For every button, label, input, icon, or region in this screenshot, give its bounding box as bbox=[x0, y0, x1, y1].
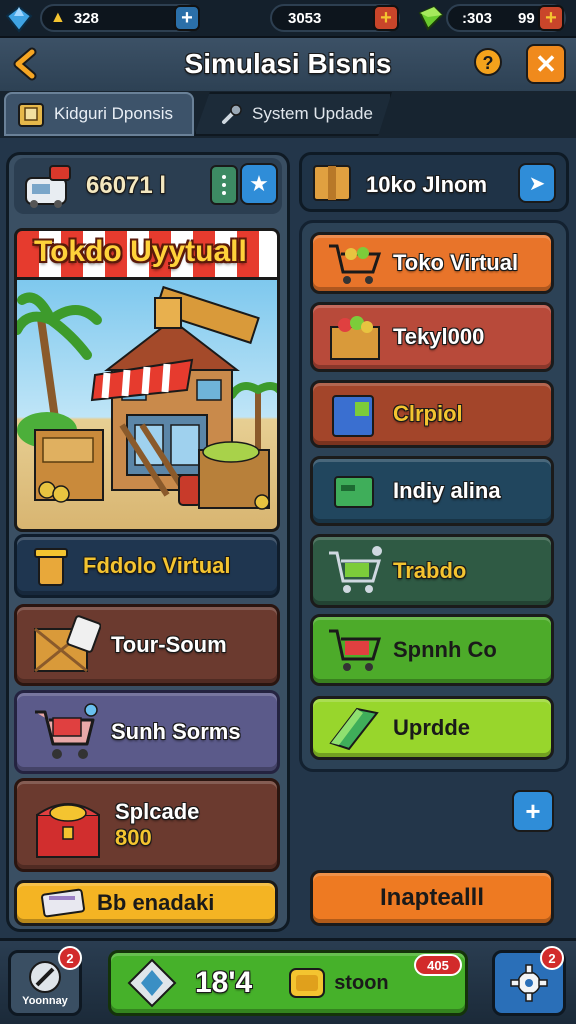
green-gem-icon bbox=[416, 3, 446, 33]
trabdo-button[interactable]: Trabdo bbox=[310, 534, 554, 608]
coin-label: stoon bbox=[334, 971, 389, 994]
spnnh-co-button[interactable]: Spnnh Co bbox=[310, 614, 554, 686]
ticket-icon bbox=[39, 885, 87, 921]
splcade-value: 800 bbox=[115, 825, 152, 850]
bottom-left-label: Bb enadaki bbox=[97, 890, 215, 915]
gear-wrench-icon bbox=[220, 102, 244, 126]
close-button[interactable]: ✕ bbox=[526, 44, 566, 84]
crate-icon bbox=[31, 615, 101, 675]
blue-crate-icon bbox=[327, 388, 383, 440]
gem-icon bbox=[4, 4, 34, 34]
shop-illustration bbox=[14, 280, 280, 532]
trabdo-label: Trabdo bbox=[393, 558, 467, 583]
cash-register-icon bbox=[20, 160, 76, 212]
shop-name-label: Fddolo Virtual bbox=[83, 553, 231, 578]
fruit-crate-icon bbox=[327, 311, 383, 363]
share-button[interactable]: ➤ bbox=[518, 163, 556, 203]
warning-icon: ▲ bbox=[50, 9, 66, 26]
hint-button[interactable]: ? bbox=[470, 46, 506, 82]
add-cash-button[interactable]: + bbox=[373, 5, 399, 31]
red-cart-icon bbox=[327, 623, 383, 677]
plus-icon: + bbox=[525, 795, 541, 826]
install-label: Inaptealll bbox=[379, 884, 485, 911]
tab-kidguri-label: Kidguri Dponsis bbox=[54, 104, 174, 123]
tab-system-update-label: System Updade bbox=[252, 104, 373, 123]
gear-icon bbox=[509, 963, 549, 1003]
resource-gems-value: :303 bbox=[462, 9, 493, 27]
money-value: 66071 l bbox=[86, 172, 167, 199]
uprdde-button[interactable]: Uprdde bbox=[310, 696, 554, 760]
diamond-icon bbox=[125, 956, 179, 1010]
indiy-alina-button[interactable]: Indiy alina bbox=[310, 456, 554, 526]
sunh-sorms-label: Sunh Sorms bbox=[111, 719, 241, 744]
green-box-icon bbox=[327, 465, 383, 517]
add-gold-button[interactable]: + bbox=[174, 5, 200, 31]
clrpiol-button[interactable]: Clrpiol bbox=[310, 380, 554, 448]
treasure-chest-icon bbox=[31, 789, 105, 861]
sunh-sorms-button[interactable]: Sunh Sorms bbox=[14, 690, 280, 774]
more-options-button[interactable] bbox=[210, 165, 238, 205]
toko-virtual-label: Toko Virtual bbox=[393, 250, 519, 275]
main-action-badge: 405 bbox=[414, 954, 462, 976]
tekyl-button[interactable]: Tekyl000 bbox=[310, 302, 554, 372]
shop-banner-title: Tokdo Uyytuall bbox=[34, 235, 247, 268]
add-gems-button[interactable]: + bbox=[538, 5, 564, 31]
svg-text:?: ? bbox=[483, 53, 494, 73]
close-icon: ✕ bbox=[535, 48, 557, 79]
coin-stack-icon bbox=[286, 963, 328, 1003]
add-item-button[interactable]: + bbox=[512, 790, 554, 832]
right-header-label: 10ko Jlnom bbox=[366, 172, 488, 197]
lightbulb-icon: ? bbox=[474, 48, 502, 76]
settings-badge: 2 bbox=[540, 946, 564, 970]
favorite-button[interactable]: ★ bbox=[240, 163, 278, 205]
pointer-icon: ➤ bbox=[528, 172, 546, 195]
tour-soum-label: Tour-Soum bbox=[111, 632, 227, 657]
tour-soum-button[interactable]: Tour-Soum bbox=[14, 604, 280, 686]
bottom-left-button[interactable]: Bb enadaki bbox=[14, 880, 278, 926]
resource-cash-value: 3053 bbox=[288, 9, 322, 27]
main-action-value: 18'4 bbox=[195, 966, 253, 999]
profile-label: Yoonnay bbox=[22, 995, 68, 1007]
clrpiol-label: Clrpiol bbox=[393, 401, 463, 426]
splcade-label: Splcade bbox=[115, 799, 200, 824]
toko-virtual-button[interactable]: Toko Virtual bbox=[310, 232, 554, 294]
tab-kidguri[interactable]: Kidguri Dponsis bbox=[4, 92, 194, 136]
splcade-button[interactable]: Splcade 800 bbox=[14, 778, 280, 872]
uprdde-label: Uprdde bbox=[393, 715, 470, 740]
green-gem-tag-icon bbox=[327, 703, 383, 753]
package-icon bbox=[310, 160, 354, 204]
profile-badge: 2 bbox=[58, 946, 82, 970]
box-icon bbox=[16, 99, 46, 129]
spnnh-co-label: Spnnh Co bbox=[393, 637, 497, 662]
globe-icon bbox=[27, 959, 63, 995]
indiy-alina-label: Indiy alina bbox=[393, 478, 501, 503]
tab-system-update[interactable]: System Updade bbox=[194, 92, 392, 136]
resource-gold-value: 328 bbox=[73, 9, 99, 27]
resource-gems-extra: 99 bbox=[518, 9, 535, 27]
shop-building-image bbox=[17, 285, 277, 510]
shop-name-button[interactable]: Fddolo Virtual bbox=[14, 534, 280, 598]
trash-bin-icon bbox=[29, 544, 73, 588]
green-cart-icon bbox=[327, 543, 383, 599]
install-button[interactable]: Inaptealll bbox=[310, 870, 554, 926]
tekyl-label: Tekyl000 bbox=[393, 324, 485, 349]
star-icon: ★ bbox=[249, 171, 269, 196]
shopping-cart-icon bbox=[31, 702, 101, 762]
cart-fruits-icon bbox=[327, 241, 383, 285]
